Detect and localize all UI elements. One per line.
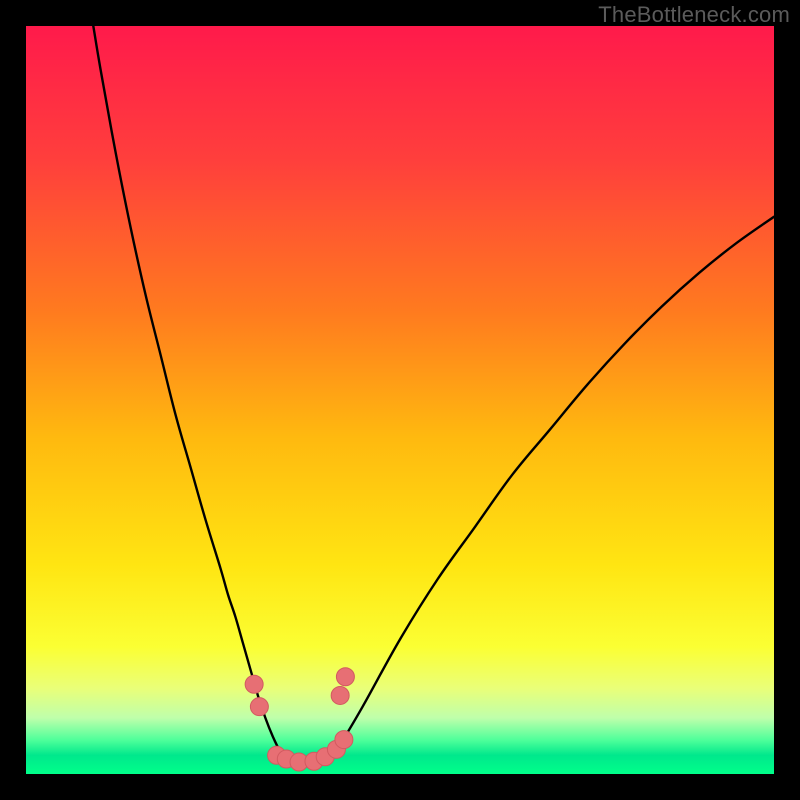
chart-frame: TheBottleneck.com [0, 0, 800, 800]
data-marker [245, 675, 263, 693]
bottleneck-chart [26, 26, 774, 774]
data-marker [331, 686, 349, 704]
gradient-background [26, 26, 774, 774]
watermark-text: TheBottleneck.com [598, 2, 790, 28]
data-marker [250, 698, 268, 716]
data-marker [335, 731, 353, 749]
data-marker [336, 668, 354, 686]
